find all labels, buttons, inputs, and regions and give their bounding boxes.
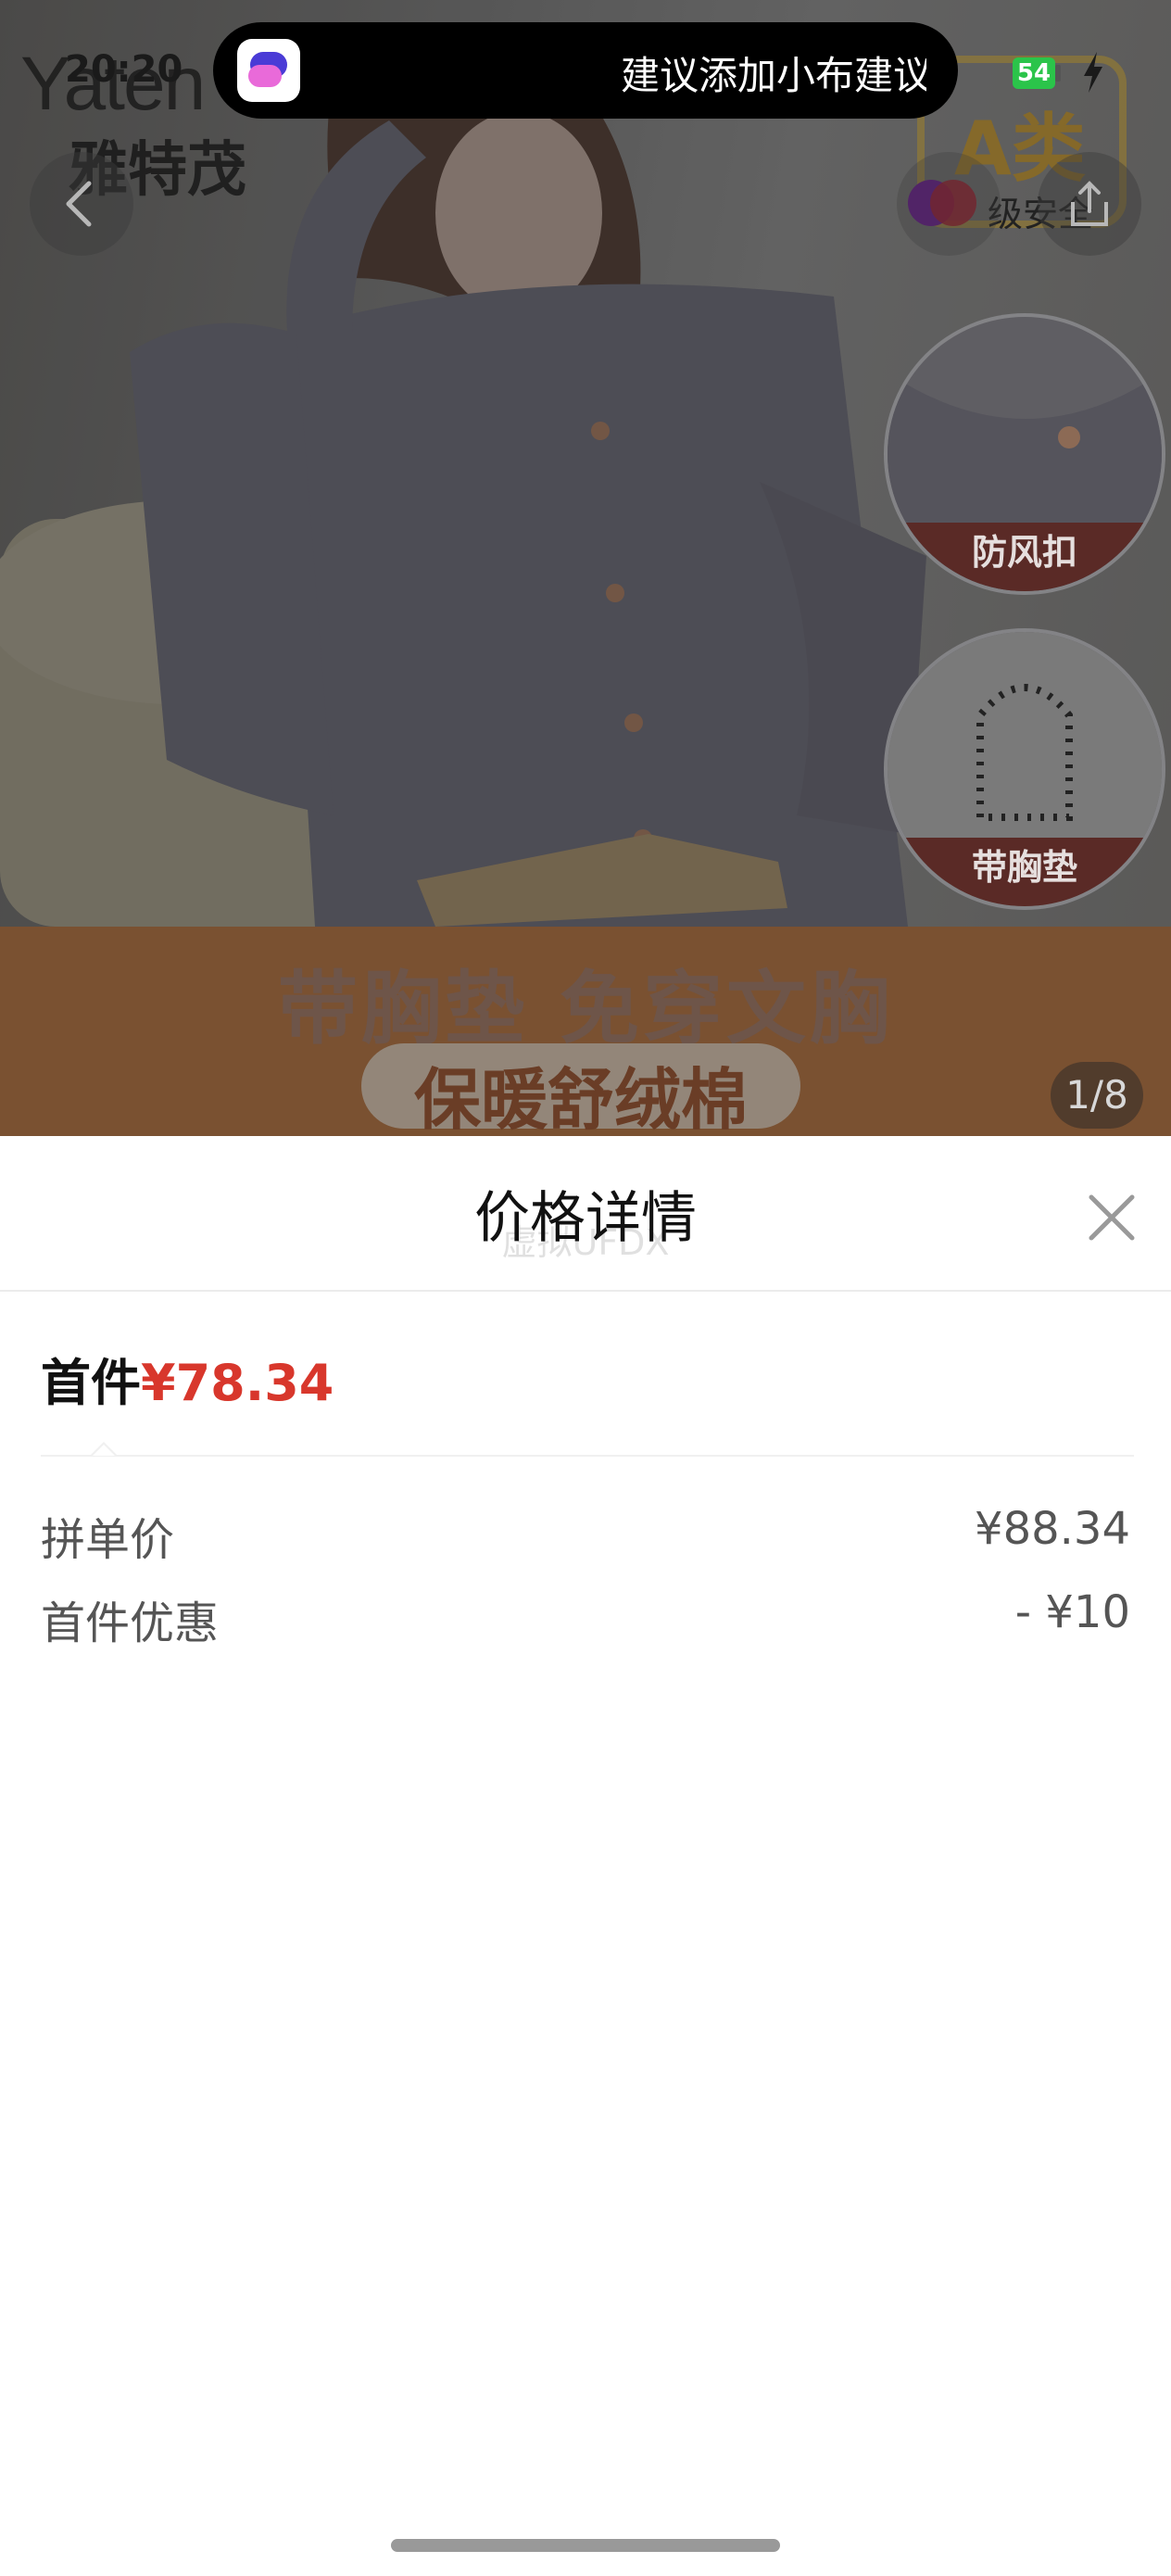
image-pager: 1/8 — [1051, 1062, 1143, 1129]
status-time: 20:20 — [65, 48, 183, 91]
back-button[interactable] — [30, 152, 133, 256]
detail-circle-pad: 带胸垫 — [884, 628, 1165, 910]
detail-label-collar: 防风扣 — [888, 523, 1162, 591]
back-arrow-icon — [66, 181, 92, 227]
detail-label-pad: 带胸垫 — [888, 838, 1162, 906]
home-indicator[interactable] — [391, 2539, 780, 2552]
detail-circle-collar: 防风扣 — [884, 313, 1165, 595]
first-item-label: 首件 — [41, 1354, 141, 1412]
product-hero-image[interactable]: Yaten 雅特茂 20:20 A类 级安全 防风扣 带胸垫 带胸垫 免穿文胸 … — [0, 0, 1171, 1136]
dynamic-island-notification[interactable]: 建议添加小布建议 — [213, 22, 958, 119]
more-button[interactable] — [897, 152, 1001, 256]
sheet-header-divider — [0, 1290, 1171, 1292]
battery-cap — [1055, 65, 1061, 82]
group-price-label: 拼单价 — [41, 1514, 175, 1566]
island-suggestion-text: 建议添加小布建议 — [621, 53, 926, 98]
share-button[interactable] — [1038, 152, 1141, 256]
price-detail-sheet: 虚拟UFDX 价格详情 首件¥78.34 拼单价 ¥88.34 首件优惠 - ¥… — [0, 1136, 1171, 2576]
first-item-amount: ¥78.34 — [141, 1354, 334, 1412]
assistant-app-icon — [237, 39, 300, 102]
promo-slogan: 带胸垫 免穿文胸 — [278, 963, 893, 1055]
first-item-price: 首件¥78.34 — [41, 1342, 334, 1415]
group-price-value: ¥88.34 — [975, 1503, 1130, 1555]
charging-bolt-icon — [1084, 52, 1102, 93]
close-icon[interactable] — [1084, 1190, 1140, 1245]
price-divider — [41, 1455, 1134, 1457]
price-divider-caret — [91, 1442, 117, 1456]
share-icon — [1071, 181, 1108, 226]
battery-indicator: 54 — [1013, 57, 1055, 89]
first-discount-value: - ¥10 — [1014, 1586, 1130, 1638]
first-discount-label: 首件优惠 — [41, 1597, 220, 1649]
sheet-title: 价格详情 — [474, 1186, 697, 1251]
promo-sub-slogan: 保暖舒绒棉 — [413, 1061, 748, 1136]
